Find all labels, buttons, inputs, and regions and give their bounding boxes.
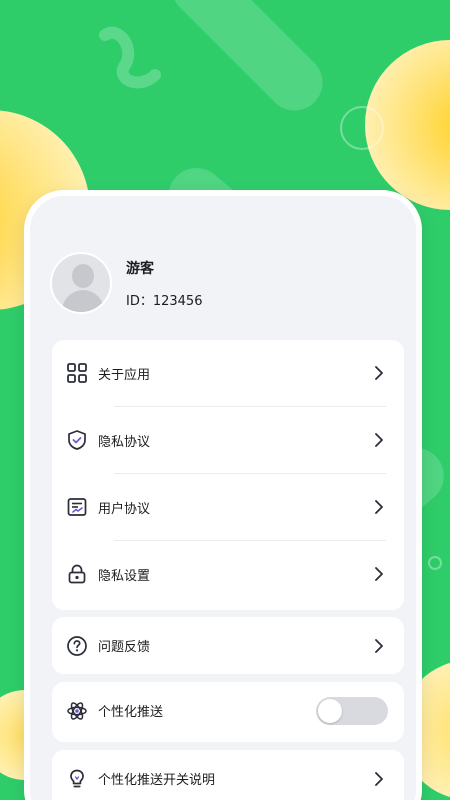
chevron-right-icon (375, 638, 383, 653)
menu-group-push: 个性化推送 (52, 682, 404, 742)
menu-group-main: 关于应用 隐私协议 用户协议 隐私设置 (52, 340, 404, 610)
lock-icon (66, 563, 88, 585)
chevron-right-icon (375, 567, 383, 581)
avatar-head (72, 264, 94, 288)
chevron-right-icon (375, 771, 383, 786)
menu-item-label: 隐私设置 (98, 568, 151, 584)
decor-capsule (160, 0, 335, 123)
avatar-placeholder-icon[interactable] (50, 252, 112, 314)
menu-item-personalized-push: 个性化推送 (52, 682, 404, 739)
menu-item-about[interactable]: 关于应用 (52, 340, 404, 406)
profile-info: 游客 ID：123456 (126, 258, 202, 309)
shield-check-icon (66, 429, 88, 451)
chevron-right-icon (375, 500, 383, 514)
username: 游客 (126, 260, 154, 277)
avatar-body (62, 290, 104, 312)
menu-group-feedback: 问题反馈 (52, 617, 404, 674)
menu-group-push-info: 个性化推送开关说明 (52, 750, 404, 800)
menu-item-label: 问题反馈 (98, 640, 151, 655)
profile-header: 游客 ID：123456 (50, 252, 202, 314)
menu-item-label: 关于应用 (98, 367, 151, 383)
menu-item-privacy-settings[interactable]: 隐私设置 (52, 541, 404, 607)
chevron-right-icon (375, 433, 383, 447)
personalized-push-toggle[interactable] (316, 696, 388, 725)
settings-card: 游客 ID：123456 关于应用 隐私协议 用户协议 隐私设置 问题反馈 个性… (24, 190, 422, 800)
menu-item-label: 个性化推送 (98, 705, 164, 720)
menu-item-label: 个性化推送开关说明 (98, 773, 216, 788)
menu-item-label: 隐私协议 (98, 434, 151, 450)
lightbulb-icon (66, 768, 88, 790)
menu-item-push-switch-info[interactable]: 个性化推送开关说明 (52, 750, 404, 800)
document-sign-icon (66, 496, 88, 518)
decor-ring (340, 106, 384, 150)
question-icon (66, 635, 88, 657)
toggle-knob (318, 698, 342, 723)
menu-item-label: 用户协议 (98, 501, 151, 517)
menu-item-feedback[interactable]: 问题反馈 (52, 617, 404, 674)
grid-icon (66, 362, 88, 384)
menu-item-privacy-policy[interactable]: 隐私协议 (52, 407, 404, 473)
decor-squiggle (99, 26, 161, 89)
decor-ring (428, 556, 442, 570)
chevron-right-icon (375, 366, 383, 380)
atom-icon (66, 700, 88, 722)
menu-item-user-agreement[interactable]: 用户协议 (52, 474, 404, 540)
user-id: ID：123456 (126, 293, 203, 309)
